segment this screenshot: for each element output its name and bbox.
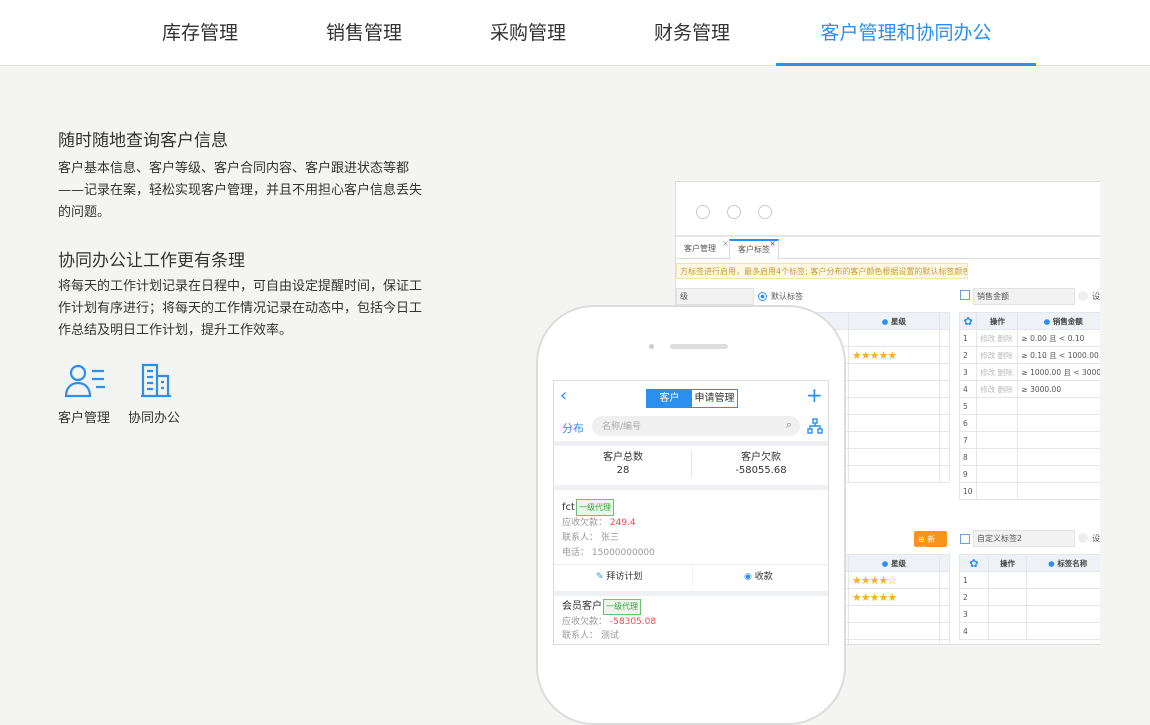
search-icon: ⌕ (785, 418, 792, 431)
add-icon[interactable]: + (806, 383, 823, 407)
office-building-icon (141, 363, 171, 398)
distribution-link[interactable]: 分布 (562, 420, 584, 436)
section-title-2: 协同办公让工作更有条理 (58, 251, 245, 271)
contact-line: 联系人： 测试 (562, 631, 619, 641)
tab-purchase[interactable]: 采购管理 (468, 0, 588, 66)
rating-5: ★★★★★ (847, 588, 940, 606)
custom-tag-input[interactable]: 自定义标签2 (973, 530, 1075, 547)
default-tag-radio[interactable] (758, 292, 767, 301)
window-dot (727, 205, 741, 219)
amount-checkbox[interactable] (960, 290, 970, 300)
tag-name-table: ✿ 操作 ● 标签名称 1234 (959, 554, 1100, 640)
total-customers: 客户总数 28 (603, 452, 643, 476)
radio[interactable] (1078, 291, 1088, 301)
table-row: 8 (958, 448, 1100, 466)
close-icon: × (769, 239, 776, 248)
amount-input[interactable]: 销售金额 (973, 288, 1075, 305)
table-row: 2 修改 删除 ≥ 0.10 且 < 1000.00 (958, 346, 1100, 364)
search-input[interactable]: 名称/编号 ⌕ (592, 416, 800, 436)
window-dot (758, 205, 772, 219)
office-label: 协同办公 (128, 411, 181, 426)
table-row: 1 修改 删除 ≥ 0.00 且 < 0.10 (958, 329, 1100, 347)
custom-tag-checkbox[interactable] (960, 534, 970, 544)
table-row: 9 (958, 465, 1100, 483)
tab-sales[interactable]: 销售管理 (304, 0, 424, 66)
phone-screen: ‹ 客户 申请管理 + 分布 名称/编号 ⌕ 客户总数 28 客户欠款 -58055.… (553, 380, 829, 645)
segment-control: 客户 申请管理 (646, 389, 738, 408)
section-title-1: 随时随地查询客户信息 (58, 131, 228, 151)
radio-label: 设 (1092, 534, 1100, 543)
money-icon: ◉ (744, 572, 752, 582)
collect-button[interactable]: ◉ 收款 (744, 569, 773, 582)
back-icon[interactable]: ‹ (560, 385, 567, 406)
phone-speaker (670, 344, 728, 349)
rating-4-5: ★★★★☆ (847, 571, 940, 589)
table-row: 6 (958, 414, 1100, 432)
table-row: 2 (959, 588, 1100, 606)
customer-label: 客户管理 (58, 411, 111, 426)
gear-icon: ✿ (958, 312, 978, 330)
radio-label: 设 (1092, 292, 1100, 301)
org-chart-icon[interactable] (807, 418, 823, 434)
customer-debt: 客户欠款 -58055.68 (735, 452, 787, 476)
table-row: 5 (958, 397, 1100, 415)
customer-card[interactable]: fct 一级代理 应收欠款： 249.4 联系人： 张三 电话： 15000000… (562, 499, 655, 561)
desk-tab-tags[interactable]: 客户标签 × (729, 239, 779, 260)
default-tag-label: 默认标签 (771, 292, 803, 301)
top-nav: 库存管理 销售管理 采购管理 财务管理 客户管理和协同办公 (0, 0, 1150, 66)
segment-customer[interactable]: 客户 (647, 390, 692, 407)
tag-input[interactable]: 级 (676, 288, 754, 305)
section-text-2: 将每天的工作计划记录在日程中，可自由设定提醒时间，保证工作计划有序进行；将每天的… (58, 279, 423, 338)
amount-table: ✿ 操作 ● 销售金额 1 修改 删除 ≥ 0.00 且 < 0.10 2 修改 删除 ≥ 0… (958, 312, 1100, 500)
close-icon[interactable]: × (722, 239, 729, 248)
radio[interactable] (1078, 533, 1088, 543)
tab-customer-office[interactable]: 客户管理和协同办公 (776, 0, 1036, 66)
pencil-icon: ✎ (596, 572, 604, 582)
segment-apply[interactable]: 申请管理 (692, 390, 737, 407)
customer-icon (64, 364, 105, 398)
tab-finance[interactable]: 财务管理 (632, 0, 752, 66)
tab-inventory[interactable]: 库存管理 (140, 0, 260, 66)
section-text-1: 客户基本信息、客户等级、客户合同内容、客户跟进状态等都——记录在案，轻松实现客户… (58, 161, 423, 220)
desk-tab-customers[interactable]: 客户管理 (684, 243, 716, 254)
window-dot (696, 205, 710, 219)
table-row: 3 修改 删除 ≥ 1000.00 且 < 3000 (958, 363, 1100, 381)
table-row: 4 修改 删除 ≥ 3000.00 (958, 380, 1100, 398)
table-row: 7 (958, 431, 1100, 449)
add-button[interactable]: ⊕ 新增 (914, 531, 947, 555)
table-row: 10 (958, 482, 1100, 500)
table-row: 3 (959, 605, 1100, 623)
customer-card[interactable]: 会员客户 一级代理 应收欠款： -58305.08 联系人： 测试 (562, 599, 656, 643)
gear-icon: ✿ (959, 554, 989, 572)
notice-bar: 方标签进行启用，最多启用4个标签; 客户分布的客户颜色根据设置的默认标签颜色显示 (676, 263, 968, 279)
visit-plan-button[interactable]: ✎ 拜访计划 (596, 569, 642, 582)
table-row: 1 (959, 571, 1100, 589)
rating-5: ★★★★★ (847, 346, 940, 364)
table-row: 4 (959, 622, 1100, 640)
